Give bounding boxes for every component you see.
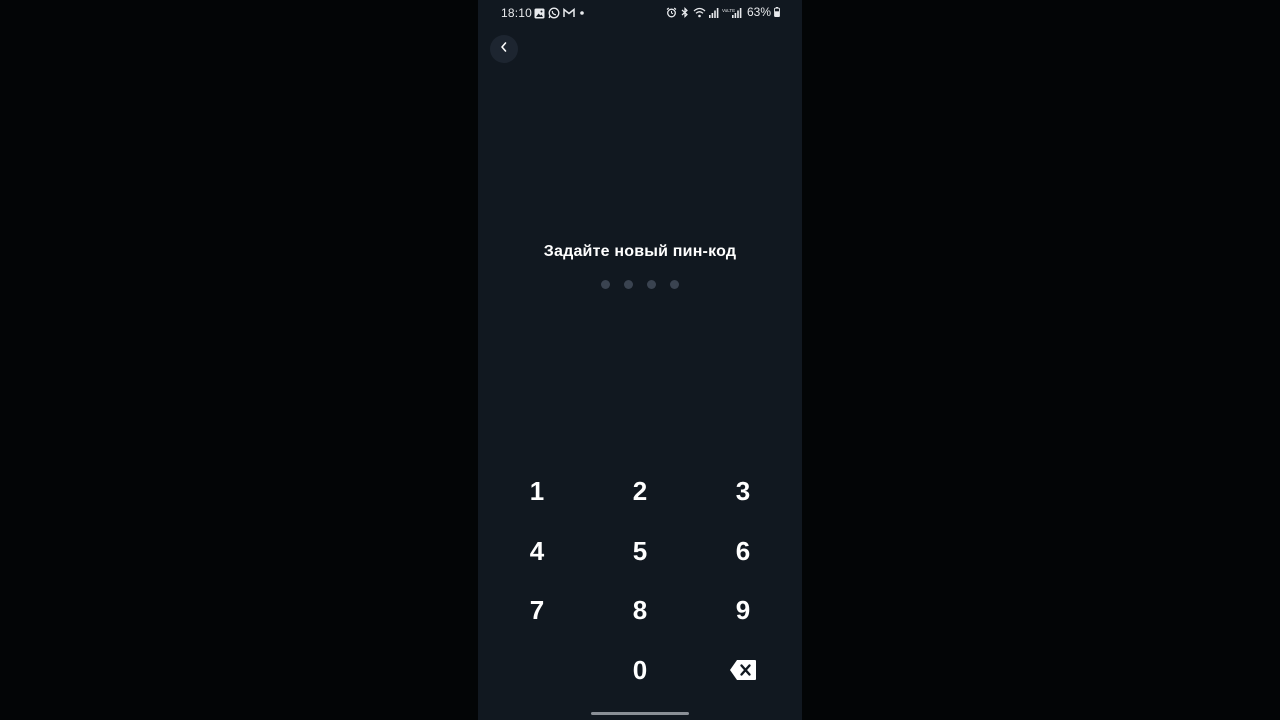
status-notification-icons	[534, 7, 586, 19]
gmail-icon	[563, 8, 575, 18]
pin-dot	[624, 280, 633, 289]
battery-level: 63%	[746, 5, 771, 19]
whatsapp-icon	[548, 7, 560, 19]
page-title: Задайте новый пин-код	[543, 243, 737, 260]
backspace-button[interactable]	[703, 642, 783, 698]
pin-dot	[670, 280, 679, 289]
pin-dot	[601, 280, 610, 289]
key-1[interactable]: 1	[497, 463, 577, 519]
key-2[interactable]: 2	[600, 463, 680, 519]
key-5[interactable]: 5	[600, 523, 680, 579]
back-button[interactable]	[490, 35, 518, 63]
phone-screen: 18:10 VoLTE 63% Задайте новый пин-код 1 …	[478, 0, 802, 720]
key-9[interactable]: 9	[703, 582, 783, 638]
volte-signal-icon: VoLTE	[722, 7, 742, 18]
status-bar: 18:10 VoLTE 63%	[478, 0, 802, 26]
dot-icon	[578, 9, 586, 17]
pin-indicator	[478, 280, 802, 289]
key-7[interactable]: 7	[497, 582, 577, 638]
pin-dot	[647, 280, 656, 289]
key-8[interactable]: 8	[600, 582, 680, 638]
wifi-icon	[693, 7, 706, 18]
battery-icon	[774, 7, 780, 17]
key-3[interactable]: 3	[703, 463, 783, 519]
home-indicator[interactable]	[591, 712, 689, 715]
gallery-icon	[534, 8, 545, 19]
status-system-icons: VoLTE 63%	[666, 5, 780, 19]
svg-text:VoLTE: VoLTE	[722, 8, 735, 13]
alarm-icon	[666, 7, 677, 18]
status-time: 18:10	[501, 6, 533, 20]
backspace-icon	[729, 659, 757, 681]
chevron-left-icon	[499, 40, 509, 58]
key-4[interactable]: 4	[497, 523, 577, 579]
key-0[interactable]: 0	[600, 642, 680, 698]
key-6[interactable]: 6	[703, 523, 783, 579]
signal-icon	[708, 7, 719, 18]
bluetooth-icon	[680, 6, 690, 18]
